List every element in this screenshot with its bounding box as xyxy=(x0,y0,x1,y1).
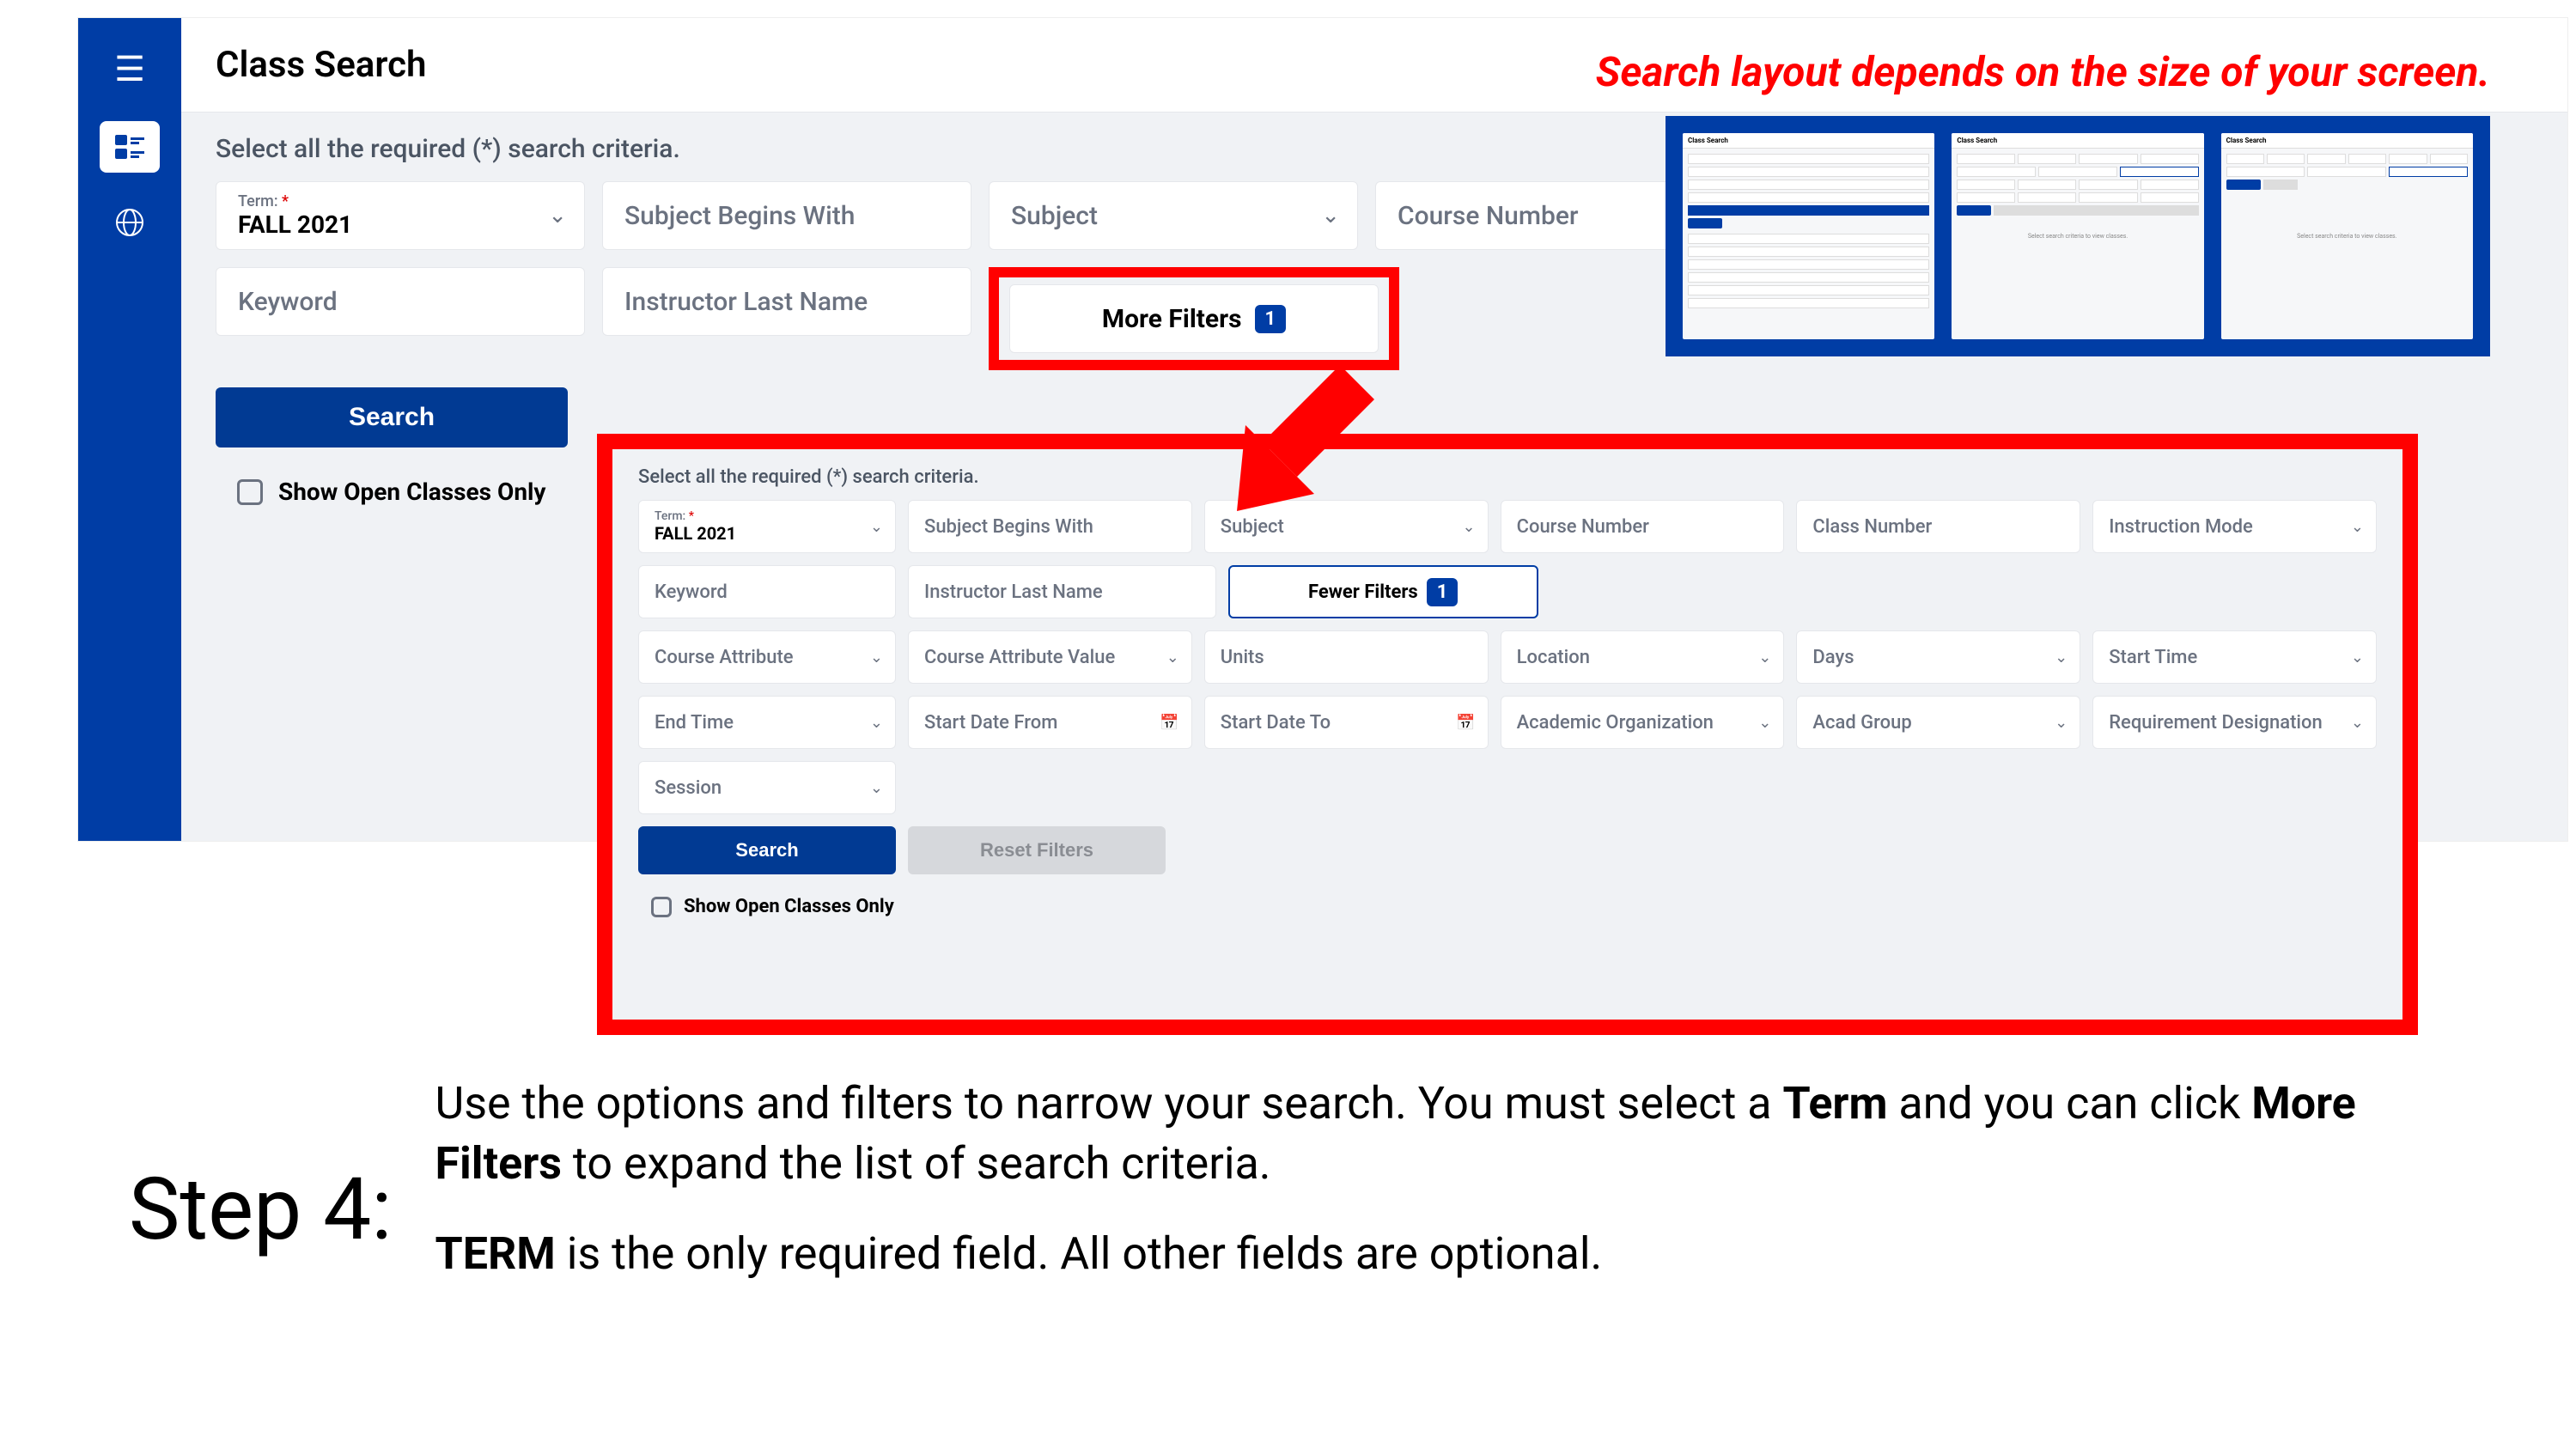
chevron-down-icon: ⌄ xyxy=(1166,648,1179,667)
hamburger-icon[interactable]: ☰ xyxy=(114,52,145,87)
acad-group-select[interactable]: Acad Group⌄ xyxy=(1796,696,2080,749)
thumbnail-wide: Class Search Select search criteria to v… xyxy=(2221,133,2473,339)
filter-count-badge: 1 xyxy=(1255,305,1287,333)
subject-select[interactable]: Subject ⌄ xyxy=(989,181,1358,250)
chevron-down-icon: ⌄ xyxy=(1321,203,1340,228)
term-select[interactable]: Term: * FALL 2021 ⌄ xyxy=(216,181,585,250)
start-time-select[interactable]: Start Time⌄ xyxy=(2092,630,2377,684)
units-input[interactable]: Units xyxy=(1204,630,1489,684)
filter-count-badge: 1 xyxy=(1427,578,1459,606)
chevron-down-icon: ⌄ xyxy=(2351,518,2364,536)
term-select[interactable]: Term: * FALL 2021 ⌄ xyxy=(638,500,896,553)
start-date-to-input[interactable]: Start Date To📅 xyxy=(1204,696,1489,749)
more-filters-button[interactable]: More Filters 1 xyxy=(1009,284,1379,353)
chevron-down-icon: ⌄ xyxy=(870,714,883,732)
instructor-input[interactable]: Instructor Last Name xyxy=(602,267,971,336)
location-select[interactable]: Location⌄ xyxy=(1501,630,1785,684)
chevron-down-icon: ⌄ xyxy=(548,203,567,228)
chevron-down-icon: ⌄ xyxy=(2055,714,2067,732)
exp-row-1: Term: * FALL 2021 ⌄ Subject Begins With … xyxy=(638,500,2377,553)
exp-row-3: Course Attribute⌄ Course Attribute Value… xyxy=(638,630,2377,684)
instruction-mode-select[interactable]: Instruction Mode⌄ xyxy=(2092,500,2377,553)
checkbox-icon[interactable] xyxy=(651,897,672,917)
chevron-down-icon: ⌄ xyxy=(2055,648,2067,667)
thumbnail-narrow: Class Search xyxy=(1683,133,1934,339)
exp-button-row: Search Reset Filters xyxy=(638,826,2377,874)
exp-row-4: End Time⌄ Start Date From📅 Start Date To… xyxy=(638,696,2377,749)
globe-icon[interactable] xyxy=(114,207,145,246)
page-title: Class Search xyxy=(216,44,426,86)
academic-org-select[interactable]: Academic Organization⌄ xyxy=(1501,696,1785,749)
chevron-down-icon: ⌄ xyxy=(870,779,883,797)
exp-row-5: Session⌄ xyxy=(638,761,2377,814)
course-number-input[interactable]: Course Number xyxy=(1501,500,1785,553)
expanded-filters-panel: Select all the required (*) search crite… xyxy=(597,434,2418,1035)
course-attribute-value-select[interactable]: Course Attribute Value⌄ xyxy=(908,630,1192,684)
subject-begins-input[interactable]: Subject Begins With xyxy=(602,181,971,250)
keyword-input[interactable]: Keyword xyxy=(638,565,896,618)
chevron-down-icon: ⌄ xyxy=(1758,714,1771,732)
instructor-input[interactable]: Instructor Last Name xyxy=(908,565,1216,618)
show-open-checkbox-row[interactable]: Show Open Classes Only xyxy=(651,896,2377,917)
start-date-from-input[interactable]: Start Date From📅 xyxy=(908,696,1192,749)
calendar-icon: 📅 xyxy=(1160,714,1178,732)
chevron-down-icon: ⌄ xyxy=(870,518,883,536)
chevron-down-icon: ⌄ xyxy=(2351,648,2364,667)
class-number-input[interactable]: Class Number xyxy=(1796,500,2080,553)
subject-begins-input[interactable]: Subject Begins With xyxy=(908,500,1192,553)
layout-note-banner: Search layout depends on the size of you… xyxy=(1596,47,2490,96)
keyword-input[interactable]: Keyword xyxy=(216,267,585,336)
session-select[interactable]: Session⌄ xyxy=(638,761,896,814)
end-time-select[interactable]: End Time⌄ xyxy=(638,696,896,749)
chevron-down-icon: ⌄ xyxy=(1463,518,1476,536)
exp-row-2: Keyword Instructor Last Name Fewer Filte… xyxy=(638,565,2377,618)
step-label: Step 4: xyxy=(129,1160,393,1260)
requirement-designation-select[interactable]: Requirement Designation⌄ xyxy=(2092,696,2377,749)
layout-thumbnails-panel: Class Search Class Search Select search … xyxy=(1666,116,2490,356)
criteria-label: Select all the required (*) search crite… xyxy=(638,466,2377,488)
chevron-down-icon: ⌄ xyxy=(870,648,883,667)
fewer-filters-button[interactable]: Fewer Filters 1 xyxy=(1228,565,1538,618)
chevron-down-icon: ⌄ xyxy=(2351,714,2364,732)
thumbnail-medium: Class Search Select search criteria to v… xyxy=(1952,133,2203,339)
days-select[interactable]: Days⌄ xyxy=(1796,630,2080,684)
reset-filters-button[interactable]: Reset Filters xyxy=(908,826,1166,874)
checkbox-icon[interactable] xyxy=(237,479,263,505)
step-body: Use the options and filters to narrow yo… xyxy=(435,1074,2474,1285)
calendar-icon: 📅 xyxy=(1456,714,1475,732)
course-attribute-select[interactable]: Course Attribute⌄ xyxy=(638,630,896,684)
search-button[interactable]: Search xyxy=(216,387,568,447)
search-button[interactable]: Search xyxy=(638,826,896,874)
app-sidebar: ☰ xyxy=(78,18,181,841)
callout-arrow-icon xyxy=(1203,348,1374,520)
chevron-down-icon: ⌄ xyxy=(1758,648,1771,667)
sidebar-form-icon[interactable] xyxy=(100,121,160,173)
step-instruction-block: Step 4: Use the options and filters to n… xyxy=(129,1074,2473,1285)
